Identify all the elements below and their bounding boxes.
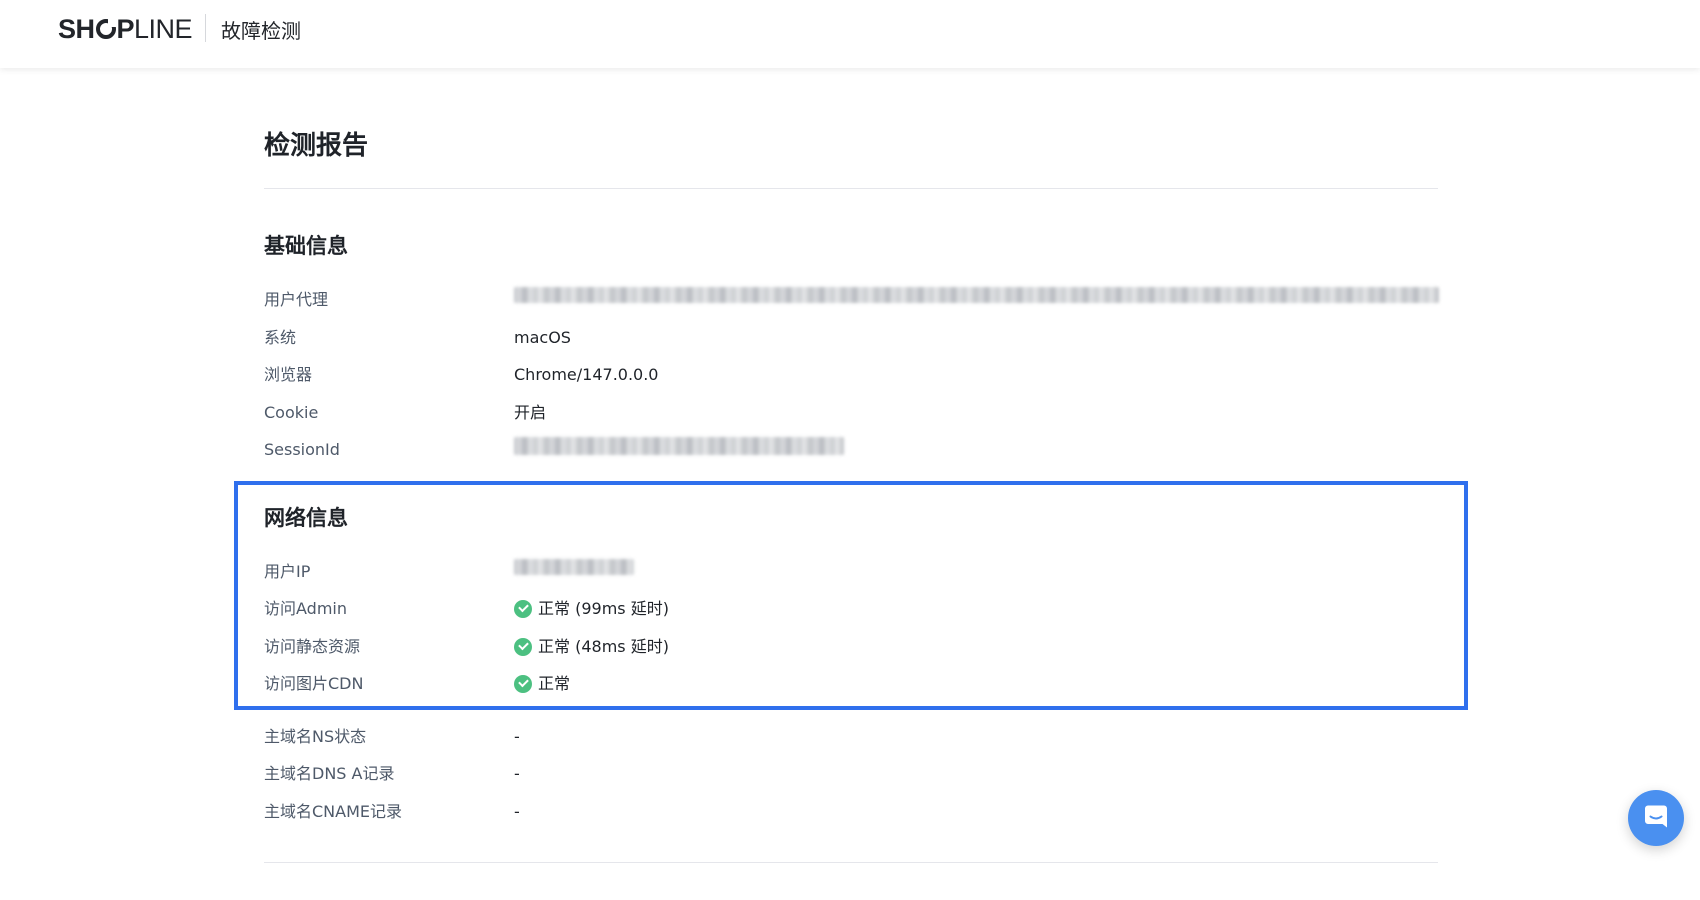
row-label: 主域名CNAME记录 — [264, 802, 403, 821]
table-row: 主域名CNAME记录 - — [264, 799, 1438, 825]
table-row: Cookie 开启 — [264, 400, 1438, 426]
row-label: 访问图片CDN — [264, 674, 364, 693]
redacted-session-id — [514, 437, 844, 455]
row-label: 系统 — [264, 328, 297, 347]
user-agent-value — [514, 287, 1439, 303]
row-value: 开启 — [514, 403, 547, 422]
row-label: 主域名DNS A记录 — [264, 764, 395, 783]
bottom-divider — [264, 862, 1438, 863]
title-divider — [264, 188, 1438, 189]
row-value: macOS — [514, 328, 571, 347]
logo-text-bold-tail: P — [116, 14, 135, 44]
row-value: 正常 (48ms 延时) — [514, 634, 669, 660]
row-label: 主域名NS状态 — [264, 727, 367, 746]
check-circle-icon — [514, 600, 532, 618]
check-circle-icon — [514, 638, 532, 656]
top-bar: SH PLINE 故障检测 — [0, 0, 1700, 68]
table-row: 用户代理 — [264, 287, 1439, 313]
logo-text-light: LINE — [134, 14, 193, 44]
row-label: 浏览器 — [264, 365, 313, 384]
table-row: 访问静态资源 正常 (48ms 延时) — [264, 634, 1438, 660]
check-circle-icon — [514, 675, 532, 693]
row-label: 用户代理 — [264, 290, 329, 309]
report-title: 检测报告 — [264, 131, 369, 161]
table-row: 主域名NS状态 - — [264, 724, 1438, 750]
network-info-title: 网络信息 — [264, 506, 348, 530]
redacted-user-ip — [514, 559, 634, 575]
session-id-value — [514, 437, 844, 455]
row-value: 正常 — [514, 671, 570, 697]
chat-button[interactable] — [1628, 790, 1684, 846]
row-value: - — [514, 764, 520, 783]
table-row: 系统 macOS — [264, 325, 1438, 351]
row-value: 正常 (99ms 延时) — [514, 596, 669, 622]
row-value: - — [514, 802, 520, 821]
row-label: Cookie — [264, 403, 319, 422]
table-row: SessionId — [264, 437, 1438, 463]
header-divider — [205, 14, 206, 42]
basic-info-title: 基础信息 — [264, 234, 348, 258]
page-title: 故障检测 — [221, 19, 301, 43]
row-label: 访问静态资源 — [264, 637, 361, 656]
logo-o-mark-icon — [95, 18, 117, 39]
shopline-logo[interactable]: SH PLINE — [58, 14, 193, 45]
table-row: 访问图片CDN 正常 — [264, 671, 1438, 697]
row-value: - — [514, 727, 520, 746]
row-value: Chrome/147.0.0.0 — [514, 365, 659, 384]
redacted-user-agent — [514, 287, 1439, 303]
status-text: 正常 (99ms 延时) — [538, 599, 669, 618]
table-row: 主域名DNS A记录 - — [264, 761, 1438, 787]
row-label: 用户IP — [264, 562, 311, 581]
chat-icon — [1645, 805, 1667, 828]
logo-text-bold: SH — [58, 14, 95, 44]
row-label: 访问Admin — [264, 599, 347, 618]
status-text: 正常 — [538, 674, 571, 693]
table-row: 浏览器 Chrome/147.0.0.0 — [264, 362, 1438, 388]
user-ip-value — [514, 559, 634, 575]
table-row: 用户IP — [264, 559, 1438, 585]
status-text: 正常 (48ms 延时) — [538, 637, 669, 656]
row-label: SessionId — [264, 440, 340, 459]
table-row: 访问Admin 正常 (99ms 延时) — [264, 596, 1438, 622]
